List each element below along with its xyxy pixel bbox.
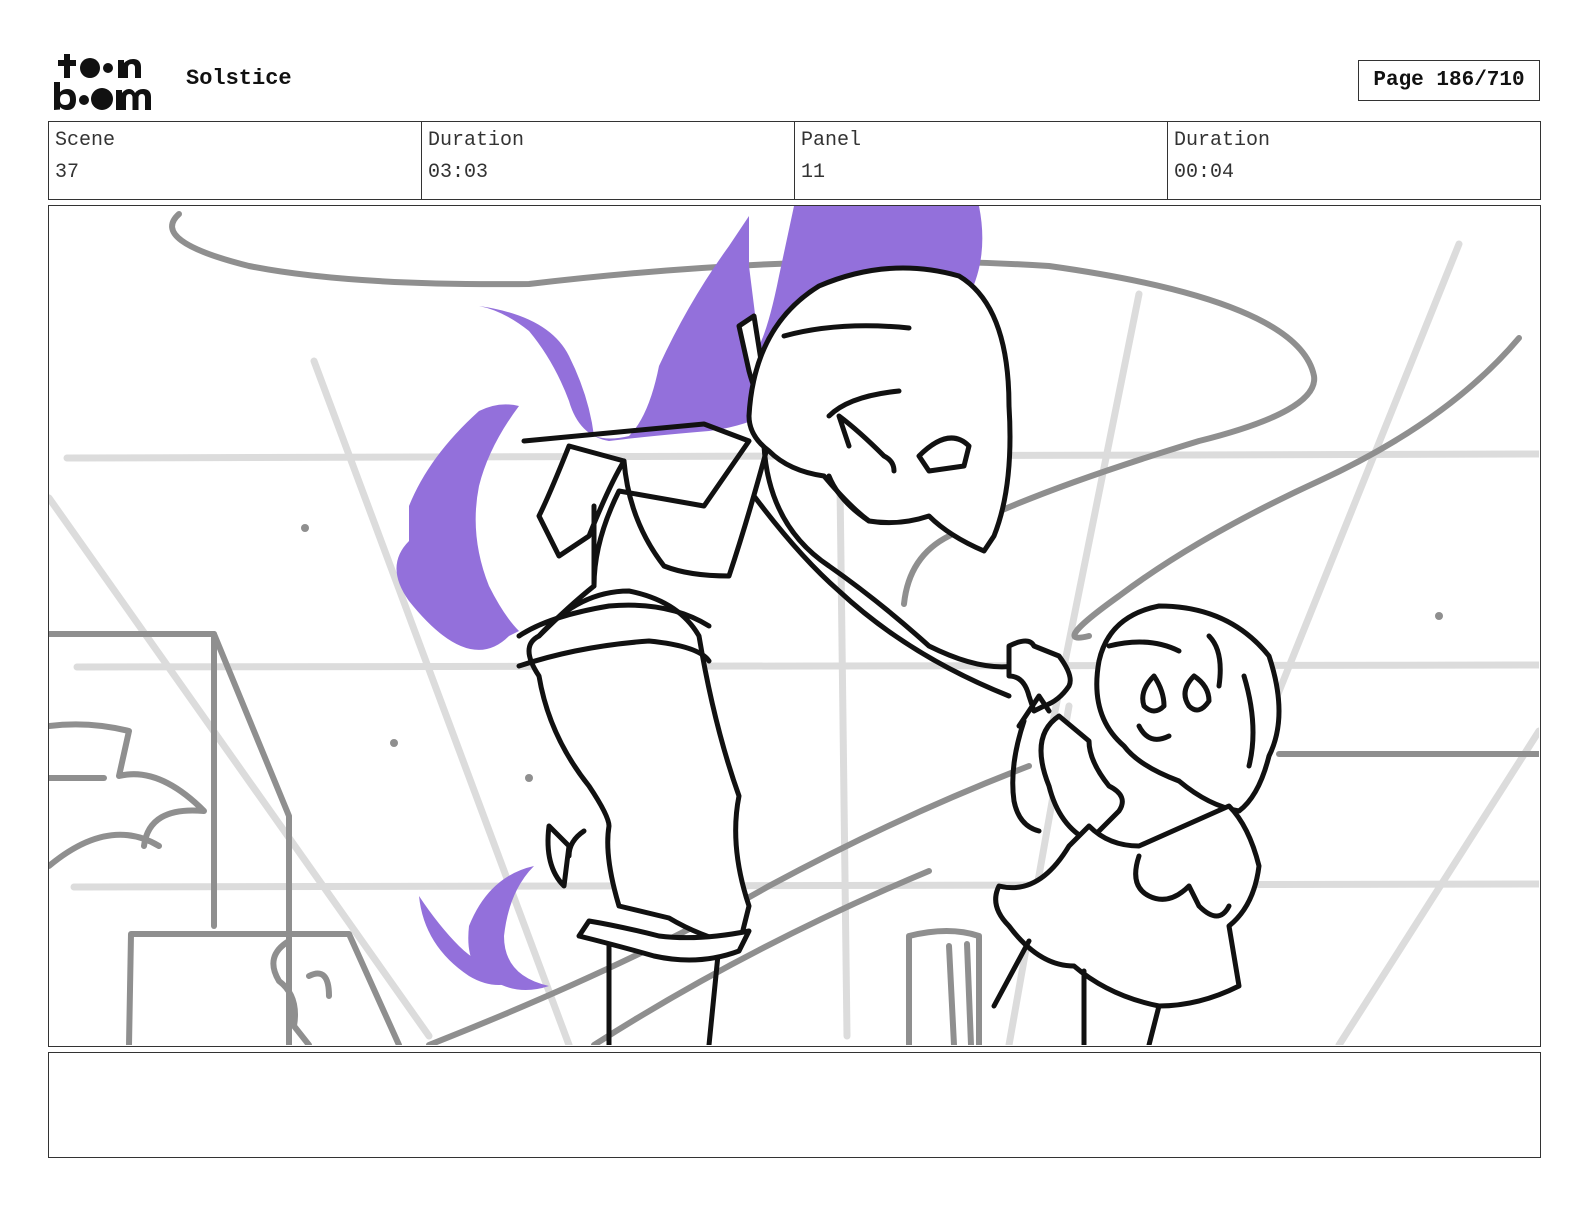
- toon-boom-logo: [52, 50, 164, 112]
- panel-duration-cell: Duration 00:04: [1168, 122, 1540, 199]
- panel-cell: Panel 11: [795, 122, 1168, 199]
- scene-cell: Scene 37: [49, 122, 422, 199]
- scene-duration-value: 03:03: [428, 161, 489, 184]
- panel-value: 11: [801, 161, 826, 184]
- panel-label: Panel: [801, 129, 862, 152]
- scene-duration-cell: Duration 03:03: [422, 122, 795, 199]
- page-number: Page 186/710: [1358, 60, 1540, 101]
- scene-value: 37: [55, 161, 80, 184]
- scene-duration-label: Duration: [428, 129, 525, 152]
- project-title: Solstice: [186, 66, 292, 91]
- scene-label: Scene: [55, 129, 116, 152]
- panel-notes-box: [48, 1052, 1541, 1158]
- panel-duration-value: 00:04: [1174, 161, 1235, 184]
- storyboard-panel: [48, 205, 1541, 1047]
- info-table: Scene 37 Duration 03:03 Panel 11 Duratio…: [48, 121, 1541, 200]
- panel-duration-label: Duration: [1174, 129, 1271, 152]
- panel-sketch: [49, 206, 1539, 1045]
- tall-character: [516, 265, 1073, 1045]
